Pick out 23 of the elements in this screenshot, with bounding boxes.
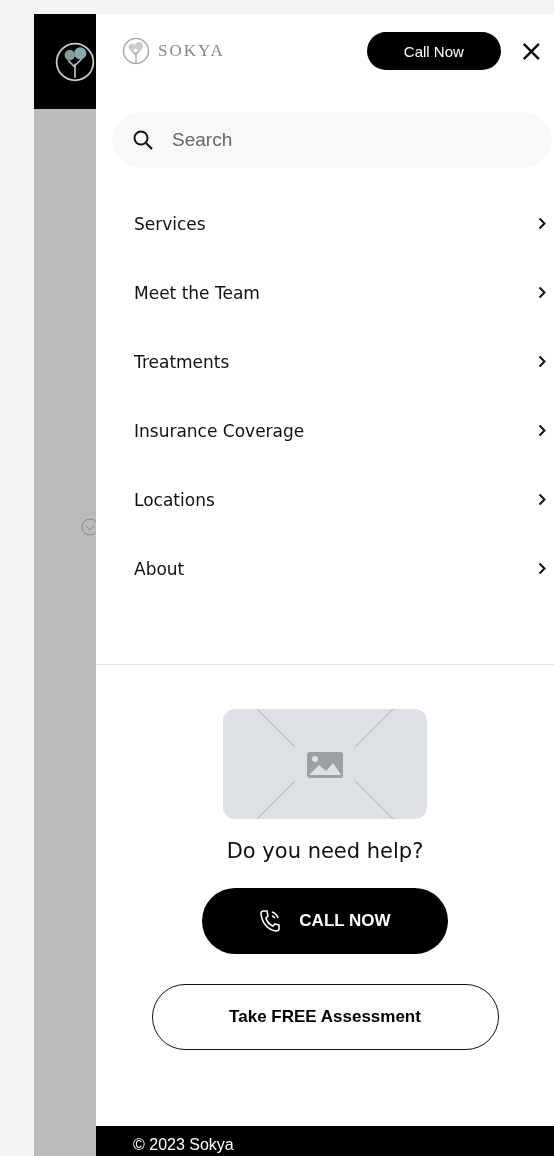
call-now-button[interactable]: CALL NOW bbox=[202, 888, 448, 954]
search-field[interactable]: Search bbox=[112, 112, 552, 168]
help-heading: Do you need help? bbox=[226, 839, 424, 863]
chevron-right-icon bbox=[538, 562, 546, 575]
chevron-right-icon bbox=[538, 286, 546, 299]
assessment-button[interactable]: Take FREE Assessment bbox=[151, 984, 499, 1050]
menu-item[interactable]: About bbox=[96, 534, 554, 603]
phone-icon bbox=[259, 909, 282, 933]
search-icon bbox=[132, 129, 154, 151]
call-now-button[interactable]: Call Now bbox=[366, 32, 501, 70]
close-button[interactable]: × bbox=[514, 36, 548, 66]
menu-item[interactable]: Insurance Coverage bbox=[96, 396, 554, 465]
menu-item[interactable]: Locations bbox=[96, 465, 554, 534]
chevron-right-icon bbox=[538, 355, 546, 368]
brand-name: SOKYA bbox=[158, 41, 225, 61]
menu-item[interactable]: Meet the Team bbox=[96, 258, 554, 327]
chevron-right-icon bbox=[538, 493, 546, 506]
menu-item[interactable]: Treatments bbox=[96, 327, 554, 396]
menu-item[interactable]: Services bbox=[96, 189, 554, 258]
chevron-right-icon bbox=[538, 424, 546, 437]
copyright-text: © 2023 Sokya bbox=[133, 1135, 234, 1155]
chevron-right-icon bbox=[538, 217, 546, 230]
tree-emblem-icon bbox=[122, 37, 150, 65]
